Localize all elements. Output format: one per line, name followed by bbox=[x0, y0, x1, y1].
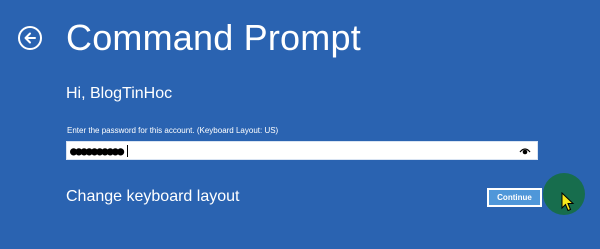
mouse-cursor-icon bbox=[561, 192, 575, 212]
password-field[interactable]: ●●●●●●●●●● bbox=[66, 141, 538, 160]
back-button[interactable] bbox=[18, 26, 42, 50]
back-arrow-icon bbox=[24, 32, 36, 44]
page-title: Command Prompt bbox=[66, 17, 361, 58]
password-value: ●●●●●●●●●● bbox=[70, 144, 124, 158]
change-keyboard-layout-link[interactable]: Change keyboard layout bbox=[66, 187, 239, 207]
text-caret bbox=[127, 145, 128, 157]
account-greeting: Hi, BlogTinHoc bbox=[66, 85, 173, 102]
password-instruction: Enter the password for this account. (Ke… bbox=[67, 126, 279, 135]
continue-button[interactable]: Continue bbox=[487, 188, 542, 207]
eye-icon[interactable] bbox=[519, 146, 531, 156]
